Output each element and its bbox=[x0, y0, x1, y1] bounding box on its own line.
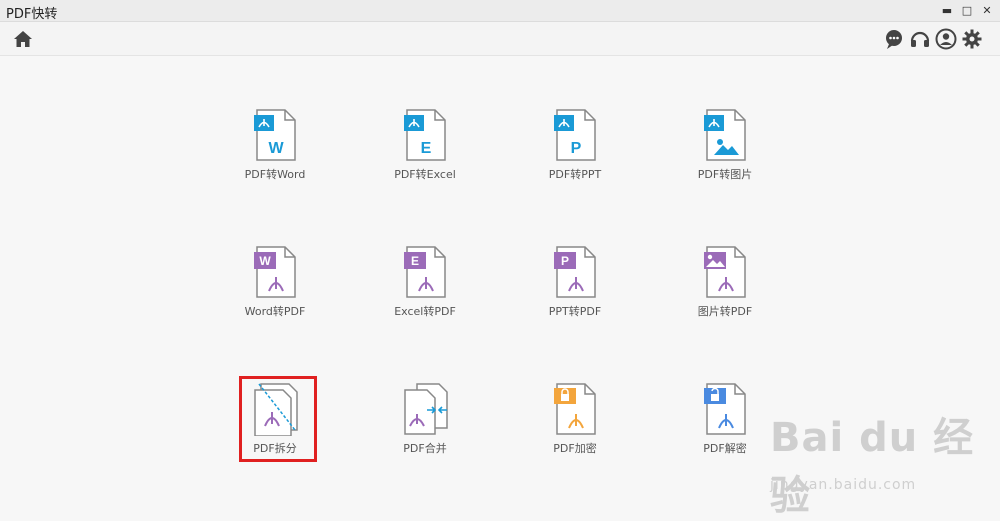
word-to-pdf-tile[interactable]: W Word转PDF bbox=[220, 245, 330, 345]
pdf-to-word-label: PDF转Word bbox=[244, 168, 306, 181]
pdf-to-excel-icon: E bbox=[401, 108, 449, 162]
home-icon[interactable] bbox=[12, 28, 34, 50]
pdf-split-label: PDF拆分 bbox=[253, 442, 297, 455]
pdf-encrypt-tile[interactable]: PDF加密 bbox=[520, 382, 630, 482]
toolbar bbox=[0, 22, 1000, 56]
pdf-merge-icon bbox=[401, 382, 449, 436]
watermark-sub: jingyan.baidu.com bbox=[770, 477, 917, 493]
image-to-pdf-icon bbox=[701, 245, 749, 299]
pdf-decrypt-label: PDF解密 bbox=[703, 442, 747, 455]
word-to-pdf-label: Word转PDF bbox=[244, 305, 306, 318]
chat-icon[interactable] bbox=[883, 28, 905, 50]
ppt-to-pdf-icon: P bbox=[551, 245, 599, 299]
pdf-to-ppt-icon: P bbox=[551, 108, 599, 162]
pdf-encrypt-label: PDF加密 bbox=[553, 442, 597, 455]
image-to-pdf-tile[interactable]: 图片转PDF bbox=[670, 245, 780, 345]
pdf-merge-label: PDF合并 bbox=[403, 442, 447, 455]
pdf-to-ppt-label: PDF转PPT bbox=[548, 168, 602, 181]
gear-icon[interactable] bbox=[961, 28, 983, 50]
svg-text:P: P bbox=[561, 254, 569, 268]
pdf-to-word-icon: W bbox=[251, 108, 299, 162]
image-to-pdf-label: 图片转PDF bbox=[697, 305, 753, 318]
pdf-split-tile[interactable]: PDF拆分 bbox=[220, 382, 330, 482]
pdf-decrypt-tile[interactable]: PDF解密 bbox=[670, 382, 780, 482]
svg-text:W: W bbox=[259, 254, 271, 268]
excel-to-pdf-label: Excel转PDF bbox=[394, 305, 456, 318]
word-to-pdf-icon: W bbox=[251, 245, 299, 299]
app-title: PDF快转 bbox=[6, 7, 58, 22]
pdf-encrypt-icon bbox=[551, 382, 599, 436]
title-bar: PDF快转 ▬ □ ✕ bbox=[0, 0, 1000, 22]
svg-text:P: P bbox=[571, 140, 582, 157]
maximize-button[interactable]: □ bbox=[958, 2, 976, 20]
ppt-to-pdf-label: PPT转PDF bbox=[548, 305, 602, 318]
pdf-to-image-tile[interactable]: PDF转图片 bbox=[670, 108, 780, 208]
minimize-button[interactable]: ▬ bbox=[938, 2, 956, 20]
svg-text:W: W bbox=[268, 140, 284, 157]
watermark-main: Bai du 经验 bbox=[770, 415, 975, 519]
pdf-to-ppt-tile[interactable]: P PDF转PPT bbox=[520, 108, 630, 208]
close-button[interactable]: ✕ bbox=[978, 2, 996, 20]
ppt-to-pdf-tile[interactable]: P PPT转PDF bbox=[520, 245, 630, 345]
pdf-to-excel-tile[interactable]: E PDF转Excel bbox=[370, 108, 480, 208]
svg-text:E: E bbox=[411, 254, 419, 268]
excel-to-pdf-tile[interactable]: E Excel转PDF bbox=[370, 245, 480, 345]
pdf-to-excel-label: PDF转Excel bbox=[394, 168, 456, 181]
watermark: Bai du 经验 jingyan.baidu.com bbox=[770, 405, 980, 519]
pdf-to-image-icon bbox=[701, 108, 749, 162]
pdf-split-icon bbox=[251, 382, 299, 436]
pdf-merge-tile[interactable]: PDF合并 bbox=[370, 382, 480, 482]
pdf-to-image-label: PDF转图片 bbox=[697, 168, 753, 181]
excel-to-pdf-icon: E bbox=[401, 245, 449, 299]
user-icon[interactable] bbox=[935, 28, 957, 50]
svg-text:E: E bbox=[421, 140, 432, 157]
headset-icon[interactable] bbox=[909, 28, 931, 50]
pdf-decrypt-icon bbox=[701, 382, 749, 436]
pdf-to-word-tile[interactable]: W PDF转Word bbox=[220, 108, 330, 208]
